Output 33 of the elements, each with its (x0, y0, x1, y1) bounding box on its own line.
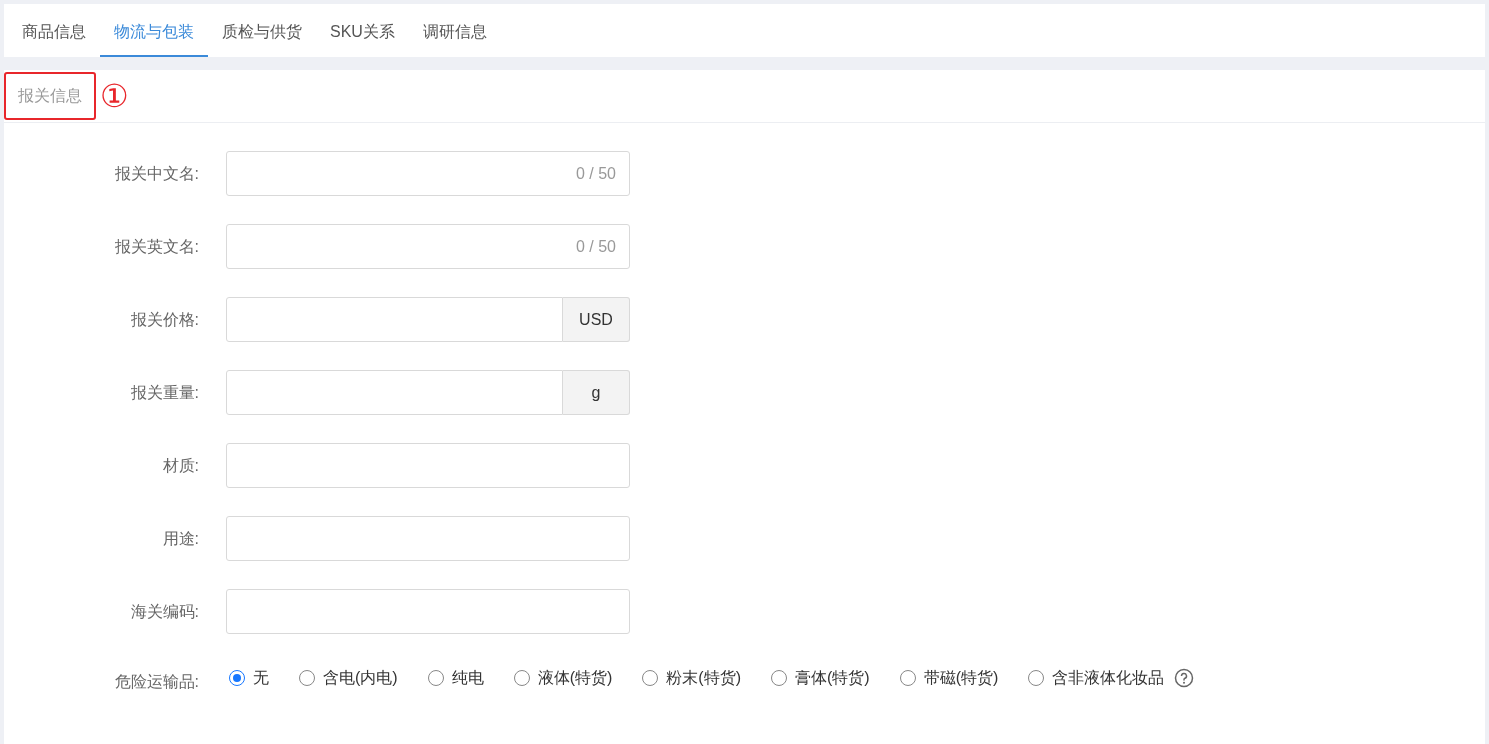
radio-option[interactable]: 无 (229, 666, 269, 690)
annotation-number: ① (100, 80, 129, 112)
radio-option[interactable]: 带磁(特货) (899, 666, 999, 690)
text-field[interactable] (226, 516, 630, 561)
character-counter: 0 / 50 (575, 163, 616, 184)
unit-addon: g (563, 370, 630, 415)
field-label: 材质: (161, 455, 199, 476)
radio-option[interactable]: 膏体(特货) (770, 666, 870, 690)
tab[interactable]: 商品信息 (8, 4, 100, 57)
tab[interactable]: SKU关系 (316, 4, 409, 57)
radio-option[interactable]: 纯电 (427, 666, 484, 690)
radio-option[interactable]: 含非液体化妆品 (1028, 666, 1165, 690)
text-field[interactable] (226, 589, 630, 634)
field-label: 报关英文名: (113, 236, 199, 257)
text-field[interactable] (226, 370, 563, 415)
field-label: 用途: (161, 528, 199, 549)
field-label: 危险运输品: (113, 672, 199, 692)
radio-option[interactable]: 液体(特货) (513, 666, 613, 690)
help-icon[interactable] (1174, 668, 1195, 688)
field-label: 报关重量: (129, 382, 199, 403)
field-label: 报关价格: (129, 309, 199, 330)
section-title: 报关信息 (4, 72, 96, 120)
tab[interactable]: 调研信息 (408, 4, 501, 57)
text-field[interactable] (226, 443, 630, 488)
text-field[interactable] (226, 297, 563, 342)
tab[interactable]: 质检与供货 (208, 4, 316, 57)
unit-addon: USD (563, 297, 630, 342)
field-label: 海关编码: (129, 601, 199, 622)
radio-option[interactable]: 含电(内电) (299, 666, 398, 690)
field-label: 报关中文名: (113, 163, 199, 184)
tab[interactable]: 物流与包装 (100, 4, 208, 57)
character-counter: 0 / 50 (575, 236, 616, 257)
radio-option[interactable]: 粉末(特货) (642, 666, 741, 690)
